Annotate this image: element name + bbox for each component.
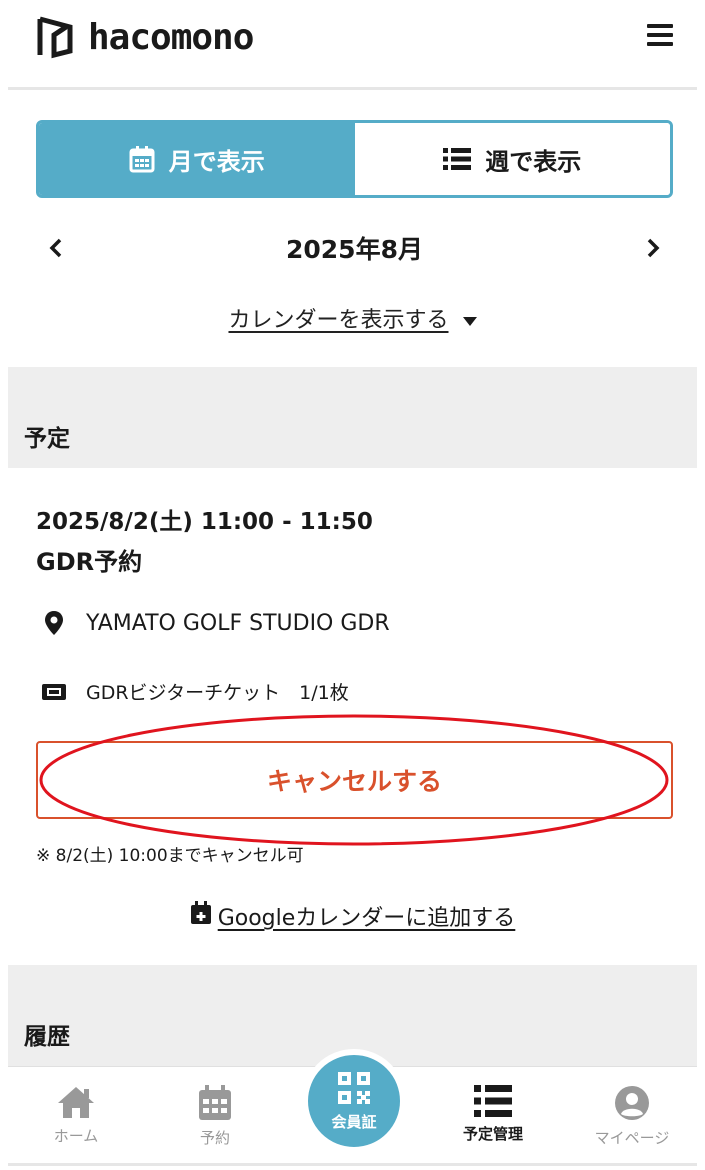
user-avatar-icon [615,1086,649,1120]
chevron-left-icon [49,238,62,258]
calendar-icon [129,145,155,173]
cancel-deadline-note: ※ 8/2(土) 10:00までキャンセル可 [36,846,304,866]
event-name: GDR予約 [36,548,143,576]
next-month-button[interactable] [633,228,673,268]
list-icon [474,1085,512,1117]
chevron-right-icon [647,238,660,258]
nav-mypage-label: マイページ [594,1129,670,1147]
bottom-navigation: ホーム 予約 会員証 予定管理 マイページ [8,1049,697,1170]
event-location-text: YAMATO GOLF STUDIO GDR [86,610,390,636]
month-view-button[interactable]: 月で表示 [39,123,355,195]
nav-reserve-label: 予約 [199,1129,230,1147]
nav-mypage[interactable]: マイページ [572,1067,692,1167]
section-title: 履歴 [24,1024,70,1050]
home-icon [58,1087,94,1118]
map-pin-icon [36,610,72,636]
event-ticket-text: GDRビジターチケット 1/1枚 [86,682,349,704]
add-to-google-calendar[interactable]: Googleカレンダーに追加する [0,900,705,932]
calendar-icon [199,1085,231,1120]
nav-schedule-manage[interactable]: 予定管理 [433,1067,553,1167]
cancel-button[interactable]: キャンセルする [36,741,673,819]
hamburger-menu-icon[interactable] [647,24,673,46]
schedule-section-header: 予定 [8,367,697,468]
week-view-button[interactable]: 週で表示 [354,123,670,195]
previous-month-button[interactable] [36,228,76,268]
month-view-label: 月で表示 [168,147,265,176]
member-card-label: 会員証 [331,1112,377,1131]
nav-home-label: ホーム [53,1127,99,1145]
google-calendar-link[interactable]: Googleカレンダーに追加する [218,900,516,932]
member-card-button[interactable]: 会員証 [302,1049,406,1153]
current-month-label: 2025年8月 [286,235,423,264]
show-calendar-link[interactable]: カレンダーを表示する [228,308,448,333]
ticket-icon [36,683,72,701]
section-title: 予定 [24,426,70,452]
month-navigation: 2025年8月 [36,222,673,274]
nav-reserve[interactable]: 予約 [155,1067,275,1167]
view-toggle: 月で表示 週で表示 [36,120,673,198]
bottom-divider [8,1163,697,1166]
event-location: YAMATO GOLF STUDIO GDR [36,610,390,636]
qr-code-icon [338,1071,370,1104]
list-icon [443,148,472,170]
calendar-plus-icon [190,901,212,931]
week-view-label: 週で表示 [485,147,582,176]
event-datetime: 2025/8/2(土) 11:00 - 11:50 [36,509,373,535]
event-ticket: GDRビジターチケット 1/1枚 [36,678,349,705]
nav-schedule-manage-label: 予定管理 [462,1125,523,1143]
logo-text: hacomono [88,16,254,58]
hacomono-logo-icon [37,16,73,59]
show-calendar-toggle[interactable]: カレンダーを表示する [0,302,705,334]
logo[interactable]: hacomono [36,14,254,60]
nav-home[interactable]: ホーム [16,1067,136,1167]
app-header: hacomono [8,0,697,90]
caret-down-icon [462,316,477,326]
